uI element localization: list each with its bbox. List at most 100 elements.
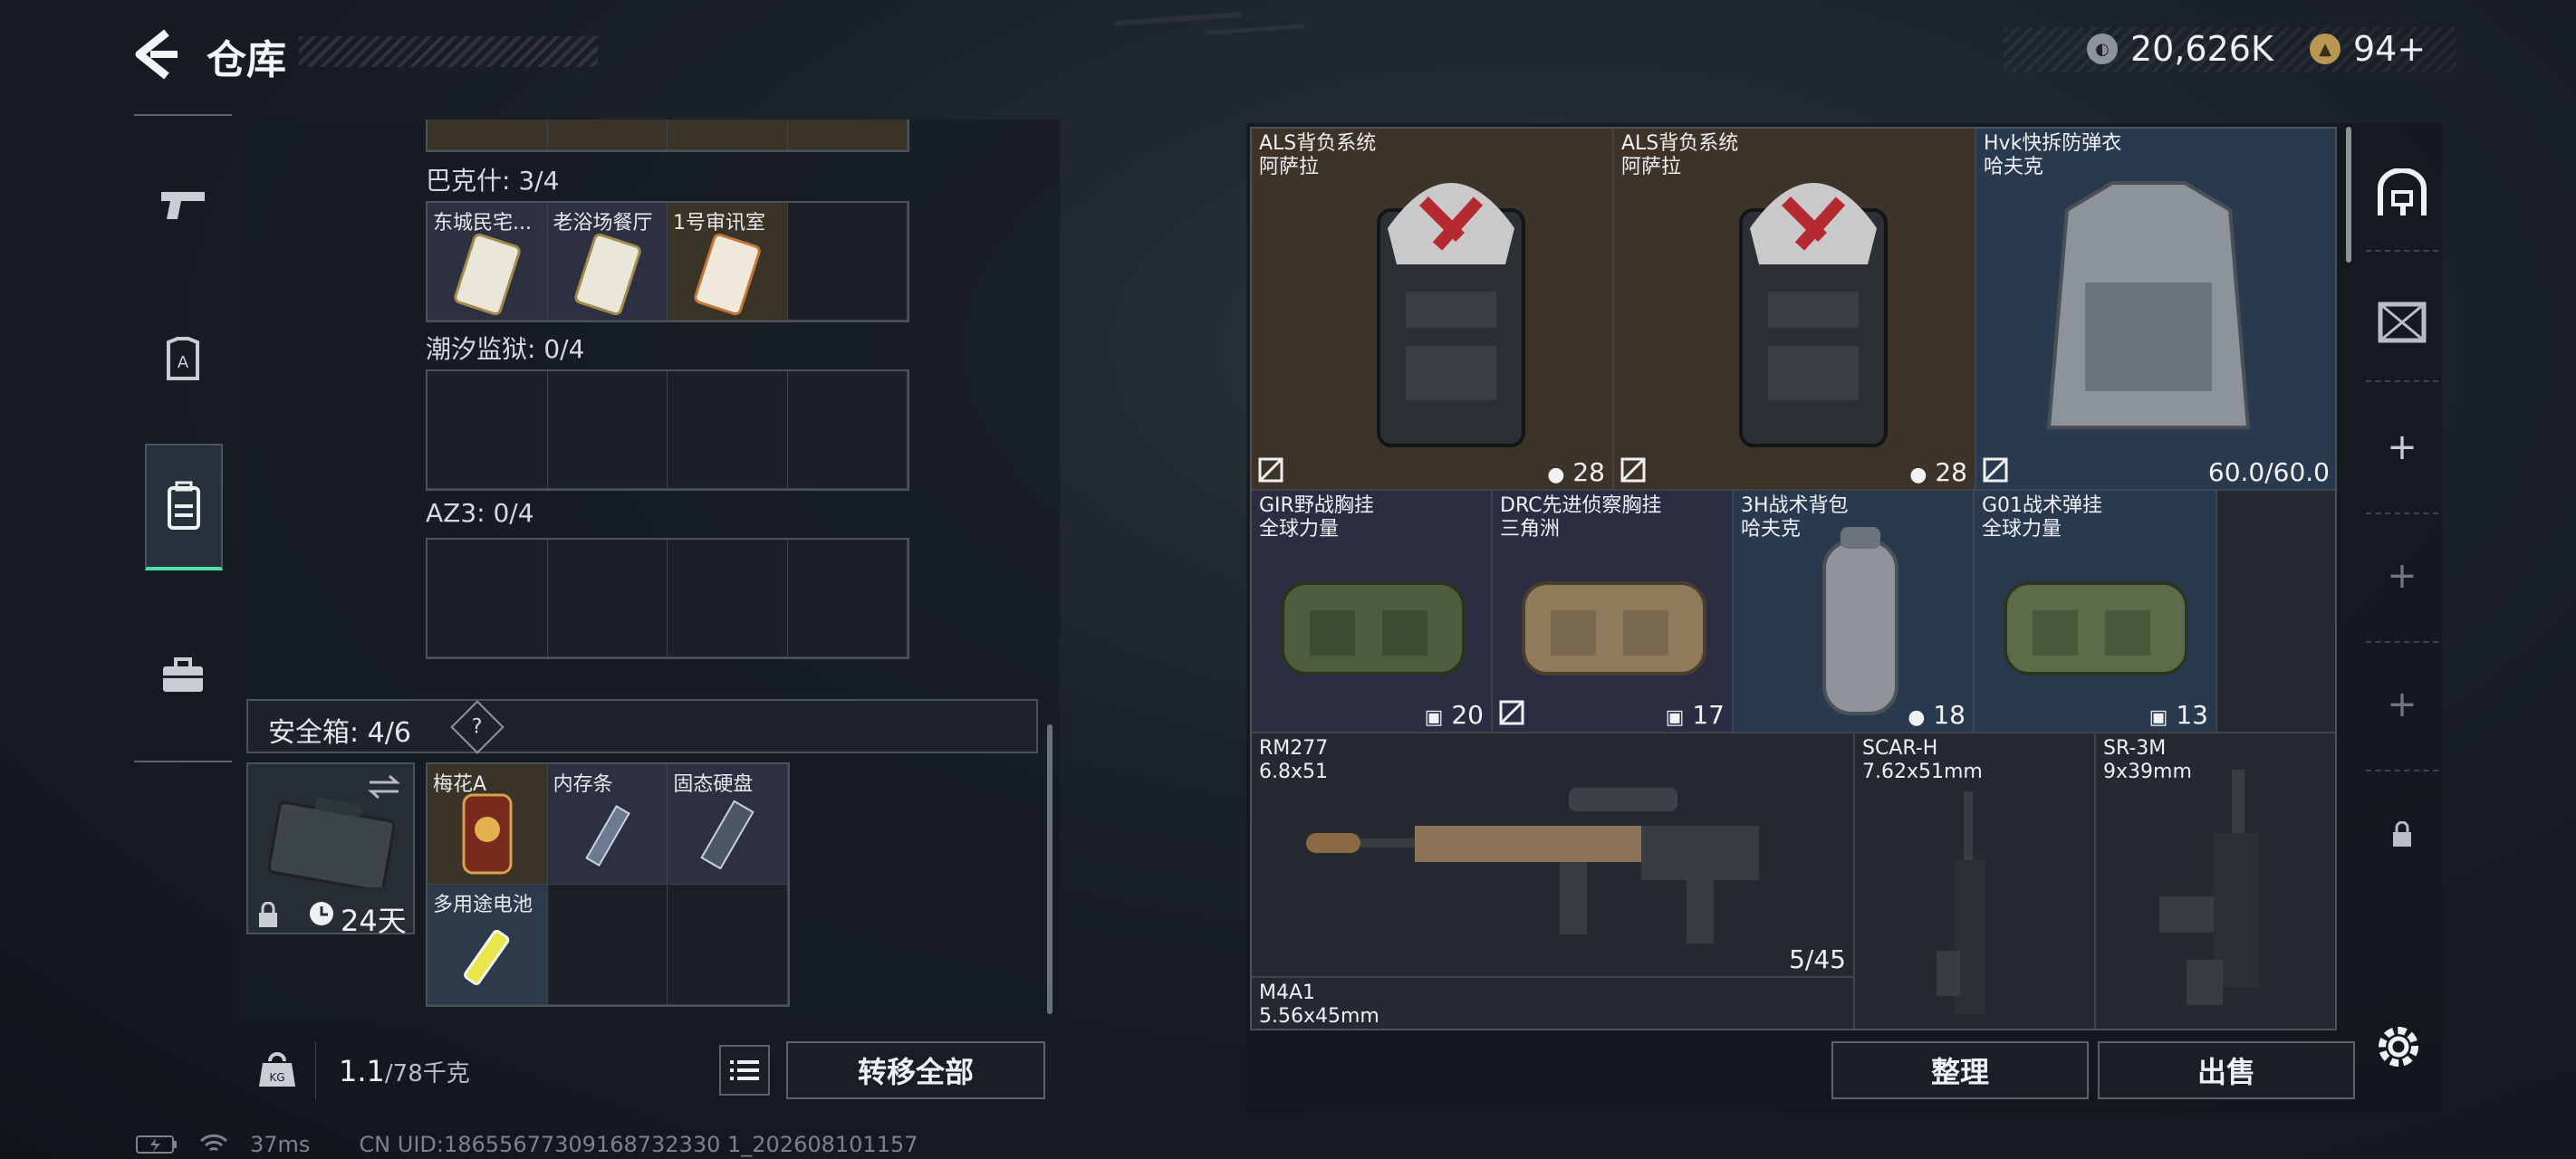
ping-value: 37ms	[250, 1132, 311, 1157]
item-name: Hvk快拆防弹衣 哈夫克	[1984, 132, 2122, 178]
right-rail-safe[interactable]	[2366, 130, 2438, 257]
stash-item[interactable]: G01战术弹挂 全球力量 ▣ 13	[1975, 491, 2217, 733]
vest-icon: ▣	[1424, 706, 1444, 729]
rail-separator	[2366, 380, 2438, 382]
key-card-slot[interactable]: 1号审讯室	[668, 203, 788, 321]
right-rail-add[interactable]: +	[2366, 641, 2438, 768]
key-card-slot[interactable]: 老浴场餐厅	[547, 203, 668, 321]
vest-icon: ▣	[1665, 706, 1685, 729]
briefcase-case-icon	[268, 797, 395, 887]
stash-item[interactable]: ALS背负系统 阿萨拉 ● 28	[1252, 129, 1614, 491]
stash-scrollbar[interactable]	[2346, 127, 2351, 263]
empty-slot[interactable]	[547, 540, 668, 657]
rifle-image-icon	[1937, 791, 1985, 1014]
list-view-button[interactable]	[719, 1045, 770, 1096]
weight-icon: ●	[1909, 464, 1927, 486]
no-insure-icon	[1620, 457, 1646, 483]
empty-slot[interactable]	[428, 540, 548, 657]
back-button[interactable]	[127, 25, 185, 83]
rail-divider	[134, 114, 232, 116]
right-rail-add[interactable]: +	[2366, 512, 2438, 639]
key-grid-partial	[426, 120, 909, 152]
ammo-count: 5/45	[1789, 944, 1846, 974]
no-insure-icon	[1983, 457, 2008, 483]
stash-item[interactable]: DRC先进侦察胸挂 三角洲 ▣ 17	[1493, 491, 1734, 733]
item-name: 老浴场餐厅	[553, 212, 653, 235]
capacity-value: 17	[1692, 700, 1725, 730]
item-name: M4A1 5.56x45mm	[1259, 982, 1379, 1028]
safe-slot[interactable]: 固态硬盘	[668, 764, 788, 885]
safe-box-case[interactable]: 24天	[246, 762, 415, 938]
plus-icon: +	[2387, 684, 2417, 725]
stash-item[interactable]: SR-3M 9x39mm	[2096, 733, 2335, 1029]
key-group-label: 潮汐监狱: 0/4	[426, 334, 585, 364]
rail-item-backpack[interactable]	[145, 444, 223, 570]
svg-text:KG: KG	[269, 1071, 284, 1084]
empty-slot[interactable]	[787, 203, 908, 321]
empty-slot[interactable]	[668, 885, 788, 1005]
empty-slot[interactable]	[787, 540, 908, 657]
keycard-icon	[694, 234, 761, 315]
stash-item[interactable]: SCAR-H 7.62x51mm	[1855, 733, 2096, 1029]
empty-slot[interactable]	[2217, 491, 2335, 733]
capacity-badge: ▣ 13	[2149, 700, 2208, 730]
rail-item-armor[interactable]: A	[145, 297, 221, 424]
key-grid: 东城民宅... 老浴场餐厅 1号审讯室	[426, 201, 909, 322]
safe-slot[interactable]: 内存条	[547, 764, 668, 885]
safe-slot[interactable]: 梅花A	[428, 764, 548, 885]
empty-slot[interactable]	[668, 371, 788, 489]
rail-item-supplies[interactable]	[145, 612, 221, 739]
stash-item[interactable]: GIR野战胸挂 全球力量 ▣ 20	[1252, 491, 1493, 733]
gold-currency-value: 94+	[2353, 29, 2427, 69]
empty-slot[interactable]	[547, 885, 668, 1005]
item-name: 多用途电池	[433, 894, 533, 916]
rail-item-weapons[interactable]	[145, 141, 221, 268]
chest-rig-image-icon	[1281, 581, 1466, 675]
no-insure-icon	[1499, 700, 1524, 725]
battery-charging-icon	[136, 1135, 177, 1154]
right-rail-locked[interactable]	[2366, 771, 2438, 898]
stash-item[interactable]: RM277 6.8x51 5/45	[1252, 733, 1855, 978]
key-grid	[426, 538, 909, 659]
item-name: 1号审讯室	[673, 212, 765, 235]
plus-icon: +	[2387, 426, 2417, 468]
svg-text:A: A	[178, 353, 189, 372]
stash-item[interactable]: M4A1 5.56x45mm	[1252, 978, 1855, 1029]
grid-cell[interactable]	[787, 120, 908, 150]
item-name: 固态硬盘	[673, 773, 754, 796]
stash-item[interactable]: ALS背负系统 阿萨拉 ● 28	[1614, 129, 1976, 491]
safe-slot[interactable]: 多用途电池	[428, 885, 548, 1005]
silver-currency[interactable]: ◐ 20,626K	[2087, 29, 2273, 69]
empty-slot[interactable]	[668, 540, 788, 657]
body-armor-image-icon	[2046, 181, 2251, 429]
sell-button[interactable]: 出售	[2098, 1041, 2355, 1099]
left-scrollbar[interactable]	[1047, 724, 1053, 1014]
clock-icon	[310, 902, 333, 925]
grid-cell[interactable]	[668, 120, 788, 150]
briefcase-icon	[163, 657, 203, 692]
weight-readout: 1.1 /78千克	[339, 1054, 470, 1088]
stash-item[interactable]: Hvk快拆防弹衣 哈夫克 60.0/60.0	[1976, 129, 2335, 491]
key-card-slot[interactable]: 东城民宅...	[428, 203, 548, 321]
armor-plate-icon: A	[167, 337, 199, 380]
empty-slot[interactable]	[547, 371, 668, 489]
right-rail-crate[interactable]	[2366, 257, 2438, 384]
sort-button[interactable]: 整理	[1831, 1041, 2089, 1099]
grid-cell[interactable]	[428, 120, 548, 150]
item-name: G01战术弹挂 全球力量	[1982, 494, 2103, 541]
key-grid	[426, 369, 909, 491]
key-group-label: AZ3: 0/4	[426, 498, 534, 528]
uid-text: CN UID:18655677309168732330 1_2026081011…	[359, 1132, 918, 1157]
settings-button[interactable]	[2371, 1020, 2426, 1074]
empty-slot[interactable]	[428, 371, 548, 489]
right-rail-add[interactable]: +	[2366, 384, 2438, 511]
status-bar: 37ms CN UID:18655677309168732330 1_20260…	[136, 1132, 918, 1157]
help-button[interactable]: ?	[450, 700, 505, 754]
capacity-value: 18	[1933, 700, 1966, 730]
grid-cell[interactable]	[547, 120, 668, 150]
keycard-icon	[454, 234, 521, 315]
gold-currency[interactable]: ▲ 94+	[2310, 29, 2426, 69]
empty-slot[interactable]	[787, 371, 908, 489]
transfer-all-button[interactable]: 转移全部	[786, 1041, 1045, 1099]
stash-item[interactable]: 3H战术背包 哈夫克 ● 18	[1734, 491, 1975, 733]
